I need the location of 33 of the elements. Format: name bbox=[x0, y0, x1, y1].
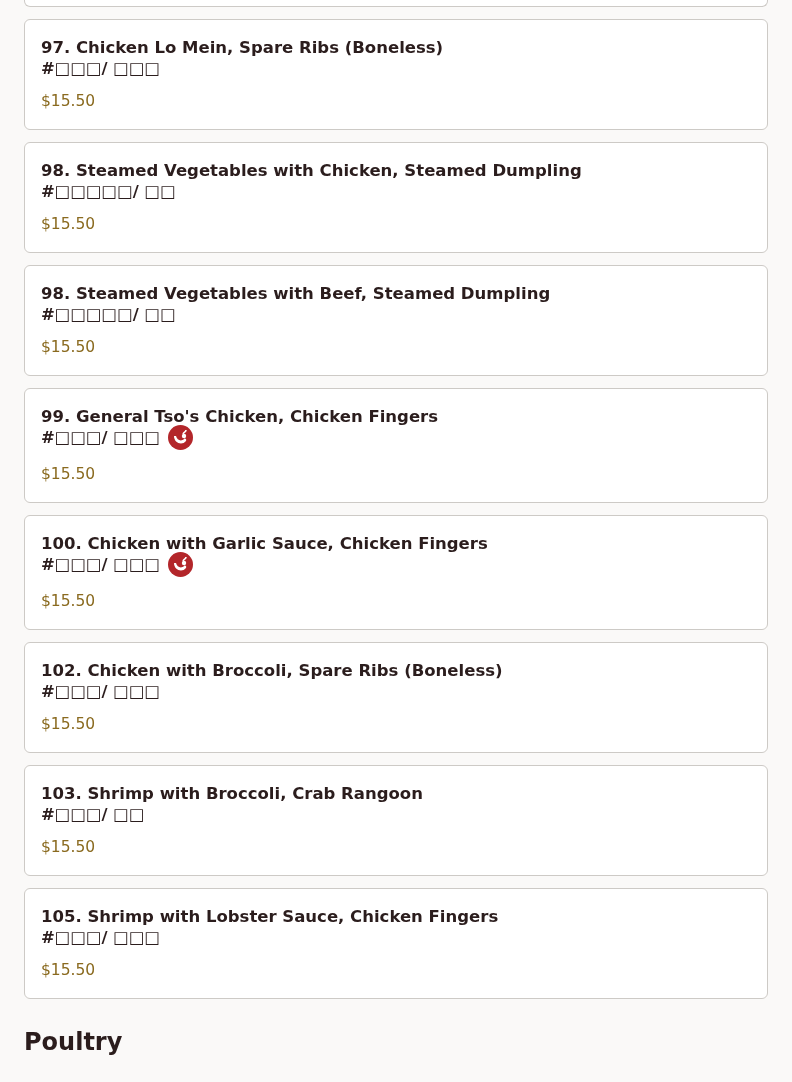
item-chinese-name: #□□□/ □□□ bbox=[41, 427, 161, 448]
item-name: 100. Chicken with Garlic Sauce, Chicken Fingers bbox=[41, 533, 489, 554]
menu-item-card[interactable]: 105. Shrimp with Lobster Sauce, Chicken Fingers #□□□/ □□□ $15.50 bbox=[24, 888, 768, 999]
item-name: 102. Chicken with Broccoli, Spare Ribs (Boneless) bbox=[41, 660, 504, 681]
item-chinese-name: #□□□□□/ □□ bbox=[41, 181, 176, 202]
item-name: 98. Steamed Vegetables with Beef, Steamed Dumpling bbox=[41, 283, 552, 304]
item-price: $15.50 bbox=[41, 838, 97, 857]
menu-item-card[interactable]: 102. Chicken with Broccoli, Spare Ribs (Boneless) #□□□/ □□□ $15.50 bbox=[24, 642, 768, 753]
menu-item-card[interactable]: 98. Steamed Vegetables with Chicken, Steamed Dumpling #□□□□□/ □□ $15.50 bbox=[24, 142, 768, 253]
menu-item-card[interactable]: 103. Shrimp with Broccoli, Crab Rangoon #□□□/ □□ $15.50 bbox=[24, 765, 768, 876]
item-price: $15.50 bbox=[41, 92, 97, 111]
item-name: 99. General Tso's Chicken, Chicken Fingers bbox=[41, 406, 440, 427]
item-chinese-name: #□□□/ □□□ bbox=[41, 554, 161, 575]
item-name: 97. Chicken Lo Mein, Spare Ribs (Boneless) bbox=[41, 37, 445, 58]
item-price: $15.50 bbox=[41, 961, 97, 980]
section-title: Poultry bbox=[24, 1027, 124, 1057]
item-price: $15.50 bbox=[41, 592, 97, 611]
menu-item-card[interactable]: 97. Chicken Lo Mein, Spare Ribs (Boneless) #□□□/ □□□ $15.50 bbox=[24, 19, 768, 130]
item-name: 98. Steamed Vegetables with Chicken, Steamed Dumpling bbox=[41, 160, 583, 181]
item-price: $15.50 bbox=[41, 215, 97, 234]
item-name: 105. Shrimp with Lobster Sauce, Chicken Fingers bbox=[41, 906, 500, 927]
item-price: $15.50 bbox=[41, 715, 97, 734]
item-chinese-name: #□□□□□/ □□ bbox=[41, 304, 176, 325]
item-chinese-name: #□□□/ □□ bbox=[41, 804, 145, 825]
item-chinese-name: #□□□/ □□□ bbox=[41, 927, 161, 948]
menu-item-card[interactable]: 100. Chicken with Garlic Sauce, Chicken Fingers #□□□/ □□□ $15.50 bbox=[24, 515, 768, 630]
item-price: $15.50 bbox=[41, 338, 97, 357]
item-chinese-name: #□□□/ □□□ bbox=[41, 58, 161, 79]
item-name: 103. Shrimp with Broccoli, Crab Rangoon bbox=[41, 783, 424, 804]
item-price: $15.50 bbox=[41, 465, 97, 484]
item-chinese-name: #□□□/ □□□ bbox=[41, 681, 161, 702]
menu-item-card[interactable]: 99. General Tso's Chicken, Chicken Fingers #□□□/ □□□ $15.50 bbox=[24, 388, 768, 503]
menu-item-card[interactable]: 98. Steamed Vegetables with Beef, Steamed Dumpling #□□□□□/ □□ $15.50 bbox=[24, 265, 768, 376]
